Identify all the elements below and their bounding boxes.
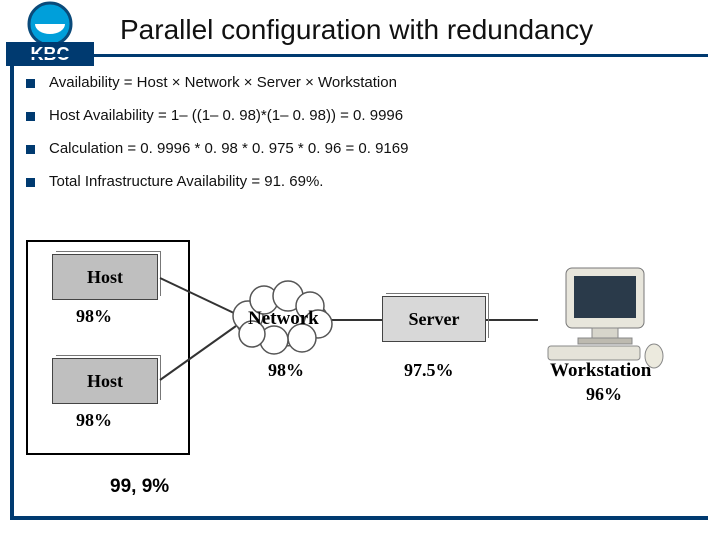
server-pct: 97.5% <box>404 360 454 381</box>
combined-host-pct: 99, 9% <box>110 476 169 498</box>
server-label: Server <box>409 309 460 330</box>
workstation-label: Workstation <box>550 360 651 382</box>
server-box: Server <box>382 296 486 342</box>
bullet-text: Host Availability = 1– ((1– 0. 98)*(1– 0… <box>49 107 403 124</box>
frame-bottom <box>10 516 708 520</box>
frame-left <box>10 60 14 520</box>
bullet-icon <box>26 145 35 154</box>
bullet-icon <box>26 79 35 88</box>
bullet-text: Calculation = 0. 9996 * 0. 98 * 0. 975 *… <box>49 140 408 157</box>
host-pct-2: 98% <box>76 410 112 431</box>
host-label: Host <box>87 371 123 392</box>
network-pct: 98% <box>268 360 304 381</box>
kbc-logo: KBC <box>0 0 100 75</box>
bullet-list: Availability = Host × Network × Server ×… <box>26 74 700 206</box>
list-item: Host Availability = 1– ((1– 0. 98)*(1– 0… <box>26 107 700 124</box>
bullet-icon <box>26 178 35 187</box>
workstation-icon <box>538 260 668 370</box>
list-item: Calculation = 0. 9996 * 0. 98 * 0. 975 *… <box>26 140 700 157</box>
title-underline <box>14 54 708 57</box>
network-label: Network <box>248 308 319 330</box>
availability-diagram: Host 98% Host 98% Network 98% Server 97.… <box>26 240 696 460</box>
bullet-text: Availability = Host × Network × Server ×… <box>49 74 397 91</box>
bullet-text: Total Infrastructure Availability = 91. … <box>49 173 323 190</box>
bullet-icon <box>26 112 35 121</box>
host-box-2: Host <box>52 358 158 404</box>
list-item: Availability = Host × Network × Server ×… <box>26 74 700 91</box>
workstation-pct: 96% <box>586 384 622 405</box>
host-pct-1: 98% <box>76 306 112 327</box>
host-label: Host <box>87 267 123 288</box>
list-item: Total Infrastructure Availability = 91. … <box>26 173 700 190</box>
slide-title: Parallel configuration with redundancy <box>120 14 593 46</box>
host-box-1: Host <box>52 254 158 300</box>
